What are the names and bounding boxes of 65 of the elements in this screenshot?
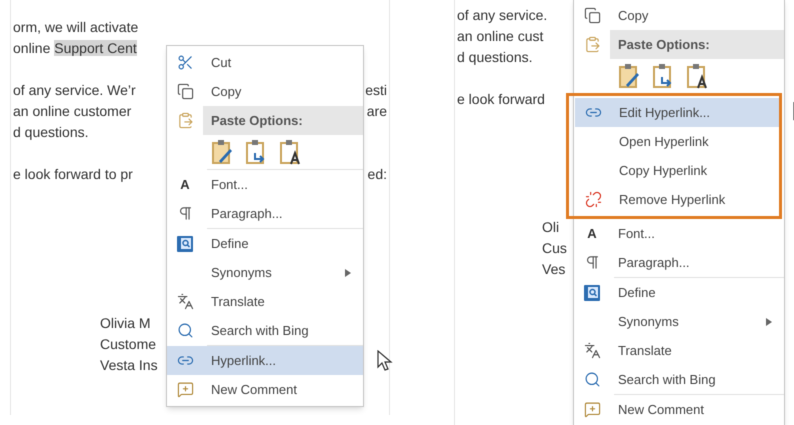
document-text: of any service. We’r <box>13 82 136 98</box>
menu-item[interactable]: Copy <box>574 1 784 30</box>
menu-item[interactable]: Translate <box>574 336 784 365</box>
menu-item[interactable]: Paragraph... <box>574 248 784 277</box>
unlink-icon <box>584 191 602 208</box>
scissors-icon <box>176 54 194 71</box>
document-text: of any service. <box>457 7 548 23</box>
menu-item[interactable]: New Comment <box>167 375 363 404</box>
comment-icon <box>176 381 194 398</box>
document-text: esti <box>365 81 387 100</box>
menu-item[interactable]: Copy <box>167 77 363 106</box>
menu-item[interactable]: Copy Hyperlink <box>575 156 779 185</box>
menu-item[interactable]: A Font... <box>574 219 784 248</box>
menu-item[interactable]: A Font... <box>167 170 363 199</box>
clipboard-letter-icon[interactable] <box>279 139 301 165</box>
menu-item[interactable]: Remove Hyperlink <box>575 185 779 214</box>
signature-line: Vesta Ins <box>100 356 158 375</box>
font-icon: A <box>180 174 190 194</box>
menu-item[interactable]: Open Hyperlink <box>575 127 779 156</box>
copy-icon <box>176 83 194 100</box>
signature-line: Custome <box>100 335 156 354</box>
document-text: d questions. <box>13 124 88 140</box>
comment-icon <box>584 401 600 418</box>
document-text: e look forward <box>457 91 545 107</box>
document-text: an online customer <box>13 103 132 119</box>
menu-item[interactable]: Synonyms <box>574 307 784 336</box>
menu-item[interactable]: Search with Bing <box>574 365 784 394</box>
menu-item[interactable]: Synonyms <box>167 258 363 287</box>
selected-text: Support Cent <box>54 40 137 56</box>
menu-item[interactable]: Search with Bing <box>167 316 363 345</box>
clipboard-brush-icon[interactable] <box>211 139 233 165</box>
document-text: an online cust <box>457 28 544 44</box>
menu-section-header: Paste Options: <box>610 30 784 59</box>
clipboard-icon <box>584 36 600 53</box>
document-text: d questions. <box>457 49 532 65</box>
book-search-icon <box>583 284 601 302</box>
document-text: ed: <box>368 165 387 184</box>
submenu-arrow-icon <box>766 318 772 326</box>
font-icon: A <box>587 224 597 244</box>
mouse-pointer-icon <box>377 350 393 372</box>
clipboard-icon <box>176 112 194 129</box>
signature-line: Oli <box>542 218 560 237</box>
book-search-icon <box>176 234 194 252</box>
menu-item[interactable]: Define <box>167 229 363 258</box>
document-text: e look forward to pr <box>13 166 133 182</box>
menu-item[interactable]: Cut <box>167 48 363 77</box>
signature-line: Cus <box>542 239 567 258</box>
menu-item[interactable]: Translate <box>167 287 363 316</box>
signature-line: Ves <box>542 260 566 279</box>
menu-item[interactable]: New Comment <box>574 395 784 424</box>
translate-icon <box>176 293 194 310</box>
document-text: orm, we will activate <box>13 19 138 35</box>
document-text: are <box>366 102 387 121</box>
menu-item[interactable]: Paragraph... <box>167 199 363 228</box>
signature-line: Olivia M <box>100 314 151 333</box>
translate-icon <box>584 342 600 359</box>
search-icon <box>176 322 194 339</box>
document-text: online <box>13 40 52 56</box>
clipboard-brush-icon[interactable] <box>618 63 640 89</box>
submenu-arrow-icon <box>345 268 351 276</box>
menu-item[interactable]: Define <box>574 278 784 307</box>
copy-icon <box>584 7 600 24</box>
menu-section-header: Paste Options: <box>203 106 363 135</box>
clipboard-letter-icon[interactable] <box>686 63 708 89</box>
search-icon <box>584 371 600 388</box>
